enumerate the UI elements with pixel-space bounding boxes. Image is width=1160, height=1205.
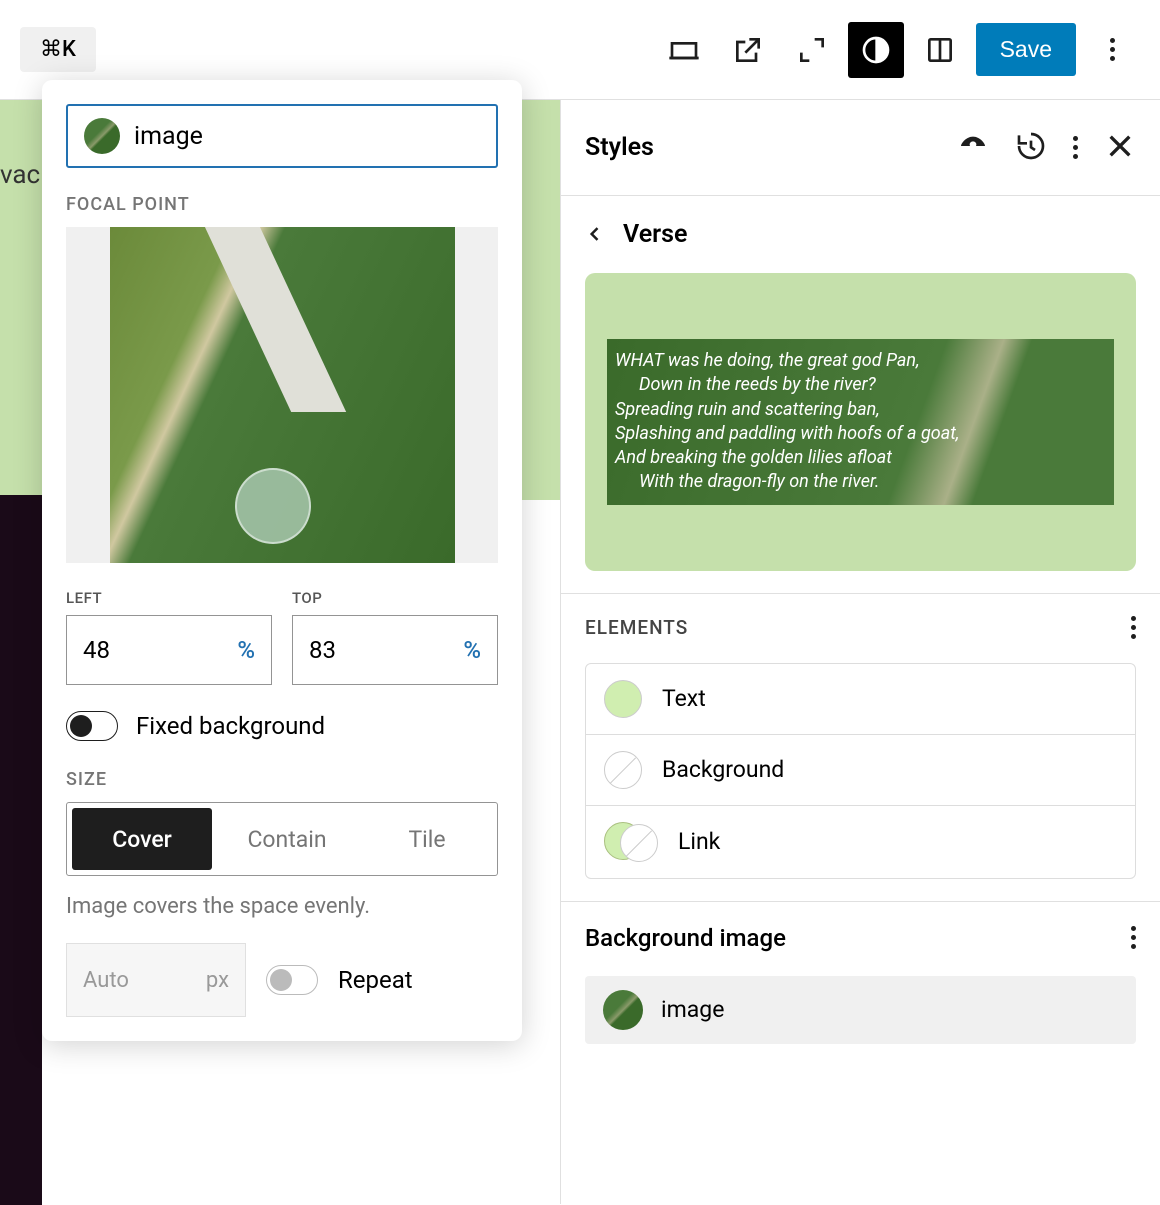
verse-text: WHAT was he doing, the great god Pan, Do… [607,339,1114,505]
expand-icon[interactable] [784,22,840,78]
verse-preview: WHAT was he doing, the great god Pan, Do… [585,273,1136,571]
element-link-label: Link [678,828,720,855]
size-option-contain[interactable]: Contain [217,803,357,875]
size-auto-unit: px [206,968,229,993]
background-image-popover: image FOCAL POINT LEFT 48 % TOP 83 % Fix… [42,80,522,1041]
element-link[interactable]: Link [586,806,1135,878]
focal-left-unit[interactable]: % [237,636,255,664]
sidebar-title: Styles [585,133,654,162]
close-sidebar-button[interactable] [1104,130,1136,166]
focal-inputs: LEFT 48 % TOP 83 % [66,589,498,685]
focal-left-value: 48 [83,636,110,664]
size-label: SIZE [66,769,498,790]
fixed-background-toggle[interactable] [66,711,118,741]
background-image-section: Background image image [561,902,1160,1066]
fixed-background-row: Fixed background [66,711,498,741]
repeat-label: Repeat [338,966,413,994]
elements-list: Text Background Link [585,663,1136,879]
more-menu-button[interactable] [1084,22,1140,78]
fixed-background-label: Fixed background [136,712,325,740]
focal-top-value: 83 [309,636,336,664]
repeat-toggle[interactable] [266,965,318,995]
styles-sidebar: Styles Verse WHAT was he doing, [560,100,1160,1204]
bg-image-row[interactable]: image [585,976,1136,1044]
toolbar-left: ⌘K [20,27,96,72]
size-option-tile[interactable]: Tile [357,803,497,875]
block-name: Verse [623,220,687,249]
bg-image-more-button[interactable] [1131,926,1136,949]
focal-point-picker[interactable] [66,227,498,563]
block-nav-row: Verse [585,218,1136,251]
revisions-icon[interactable] [1015,130,1047,166]
element-background-label: Background [662,756,784,783]
size-option-cover[interactable]: Cover [72,808,212,870]
element-text-label: Text [662,685,706,712]
elements-more-button[interactable] [1131,616,1136,639]
size-help-text: Image covers the space evenly. [66,894,498,919]
top-label: TOP [292,589,498,607]
sidebar-header: Styles [561,100,1160,196]
sidebar-more-button[interactable] [1073,136,1078,159]
focal-point-label: FOCAL POINT [66,194,498,215]
back-button[interactable] [585,218,605,251]
save-button[interactable]: Save [976,23,1076,76]
image-name-field[interactable]: image [66,104,498,168]
command-k-button[interactable]: ⌘K [20,27,96,72]
focal-top-unit[interactable]: % [463,636,481,664]
style-book-icon[interactable] [957,130,989,166]
device-desktop-icon[interactable] [656,22,712,78]
image-thumbnail [84,118,120,154]
element-text[interactable]: Text [586,664,1135,735]
focal-point-handle[interactable] [235,468,311,544]
elements-heading: ELEMENTS [585,616,688,639]
background-swatch [604,751,642,789]
size-toggle-group: Cover Contain Tile [66,802,498,876]
toolbar-right: Save [656,22,1140,78]
canvas-dark-strip [0,495,42,1205]
bg-image-heading: Background image [585,924,786,952]
left-label: LEFT [66,589,272,607]
sidebar-toggle-icon[interactable] [912,22,968,78]
size-value-input[interactable]: Auto px [66,943,246,1017]
element-background[interactable]: Background [586,735,1135,806]
bg-image-thumbnail [603,990,643,1030]
link-swatch [604,822,658,862]
bg-image-name: image [661,996,724,1023]
size-bottom-row: Auto px Repeat [66,943,498,1017]
image-name-text: image [134,122,203,151]
canvas-partial-text: vac [0,160,40,190]
external-link-icon[interactable] [720,22,776,78]
focal-left-input[interactable]: 48 % [66,615,272,685]
elements-section: ELEMENTS Text Background Link [561,594,1160,902]
size-auto-label: Auto [83,968,129,993]
text-swatch [604,680,642,718]
focal-top-input[interactable]: 83 % [292,615,498,685]
styles-icon[interactable] [848,22,904,78]
block-preview-section: Verse WHAT was he doing, the great god P… [561,196,1160,594]
